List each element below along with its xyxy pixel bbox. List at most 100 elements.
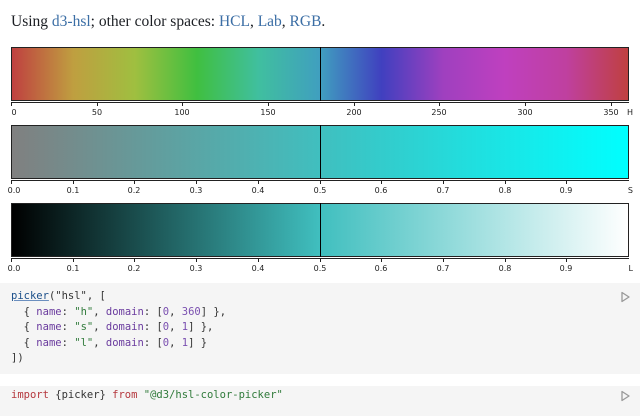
h-channel-label: H (626, 108, 633, 117)
s-axis-tick (381, 180, 382, 184)
code-token-k1: name (36, 321, 62, 333)
code-token-c4: , (169, 305, 182, 318)
s-tick-label: 0.2 (127, 186, 141, 195)
l-tick-label: 0.5 (313, 264, 327, 273)
h-axis-tick (354, 102, 355, 106)
l-tick-label: 0.3 (189, 264, 203, 273)
code-token-end: ] }, (200, 305, 227, 318)
code-line: { name: "h", domain: [0, 360] }, (11, 305, 640, 321)
code-token-c3: : [ (143, 305, 163, 318)
code-token-v1: "h" (74, 305, 94, 318)
code-cell-picker[interactable]: picker("hsl", [ { name: "h", domain: [0,… (0, 283, 640, 374)
s-tick-label: 0.8 (498, 186, 512, 195)
code-token-c3: : [ (143, 321, 163, 333)
l-tick-label: 0.4 (251, 264, 265, 273)
h-tick-label: 100 (174, 108, 190, 117)
l-axis-tick (196, 258, 197, 262)
h-tick-label: 0 (11, 108, 17, 117)
h-axis-tick (182, 102, 183, 106)
run-play-icon[interactable] (619, 390, 631, 402)
l-axis-tick (320, 258, 321, 262)
s-tick-label: 0.1 (66, 186, 80, 195)
s-axis-tick (11, 180, 12, 184)
intro-middle: ; other color spaces: (90, 13, 219, 30)
code-open: ("hsl", [ (48, 290, 106, 302)
s-axis-tick (566, 180, 567, 184)
code-token-v1: "l" (74, 336, 94, 349)
code-import-keyword: import (11, 389, 49, 401)
s-axis-tick (73, 180, 74, 184)
intro-sep: , (249, 13, 258, 30)
l-tick-label: 0.9 (559, 264, 573, 273)
l-tick-label: 0.7 (436, 264, 450, 273)
l-channel-label: L (628, 264, 633, 273)
s-axis-tick (258, 180, 259, 184)
l-tick-label: 0.1 (66, 264, 80, 273)
code-token-indent: { (11, 305, 37, 318)
code-line: import {picker} from "@d3/hsl-color-pick… (11, 388, 640, 404)
intro-prefix: Using (11, 13, 52, 30)
code-token-c1: : (61, 336, 75, 349)
code-token-k2: domain (105, 336, 144, 349)
l-axis-tick (134, 258, 135, 262)
h-tick-label: 300 (517, 108, 533, 117)
code-token-c4: , (169, 321, 182, 333)
saturation-picker[interactable]: 0.0 0.1 0.2 0.3 0.4 0.5 0.6 0.7 0.8 0.9 S (7, 125, 633, 199)
code-token-k1: name (36, 305, 62, 318)
l-axis-tick (258, 258, 259, 262)
s-value-marker[interactable] (320, 125, 321, 179)
code-cell-import[interactable]: import {picker} from "@d3/hsl-color-pick… (0, 386, 640, 416)
s-tick-label: 0.0 (7, 186, 21, 195)
code-fn-picker[interactable]: picker (11, 290, 49, 302)
code-line: { name: "s", domain: [0, 1] }, (11, 320, 640, 336)
s-tick-label: 0.9 (559, 186, 573, 195)
s-axis-tick (196, 180, 197, 184)
code-line: picker("hsl", [ (11, 289, 640, 305)
link-lab[interactable]: Lab (258, 13, 282, 30)
code-from-keyword: from (112, 389, 138, 401)
link-hcl[interactable]: HCL (219, 13, 250, 30)
l-axis-tick (381, 258, 382, 262)
h-axis-tick (525, 102, 526, 106)
code-token-c1: : (61, 321, 75, 333)
code-token-k2: domain (105, 321, 144, 333)
l-tick-label: 0.0 (7, 264, 21, 273)
l-tick-label: 0.6 (374, 264, 388, 273)
s-tick-label: 0.6 (374, 186, 388, 195)
h-tick-label: 250 (431, 108, 447, 117)
s-axis-tick (443, 180, 444, 184)
h-value-marker[interactable] (320, 47, 321, 101)
intro-sep: , (281, 13, 290, 30)
code-token-indent: { (11, 321, 37, 333)
code-close: ]) (11, 352, 24, 364)
s-axis-tick (320, 180, 321, 184)
code-token-k2: domain (105, 305, 144, 318)
code-import-body: {picker} (48, 389, 113, 401)
s-tick-label: 0.7 (436, 186, 450, 195)
l-axis-tick (566, 258, 567, 262)
code-import-module: "@d3/hsl-color-picker" (137, 389, 283, 401)
l-axis-tick (73, 258, 74, 262)
s-axis-tick (134, 180, 135, 184)
code-token-c1: : (61, 305, 75, 318)
code-token-c2: , (93, 321, 106, 333)
code-token-c2: , (93, 305, 106, 318)
code-token-c2: , (93, 336, 106, 349)
l-value-marker[interactable] (320, 203, 321, 257)
code-token-c3: : [ (143, 336, 163, 349)
l-axis-tick (505, 258, 506, 262)
code-token-c4: , (169, 336, 182, 349)
h-axis-line (11, 102, 629, 103)
h-axis-tick (439, 102, 440, 106)
link-d3-hsl[interactable]: d3-hsl (52, 13, 91, 30)
link-rgb[interactable]: RGB (290, 13, 322, 30)
run-play-icon[interactable] (619, 291, 631, 303)
hue-picker[interactable]: 0 50 100 150 200 250 300 350 H (11, 47, 633, 121)
s-tick-label: 0.3 (189, 186, 203, 195)
intro-text: Using d3-hsl; other color spaces: HCL, L… (11, 12, 325, 32)
s-axis-tick (505, 180, 506, 184)
lightness-picker[interactable]: 0.0 0.1 0.2 0.3 0.4 0.5 0.6 0.7 0.8 0.9 L (7, 203, 633, 277)
intro-suffix: . (321, 13, 326, 30)
h-axis-tick (97, 102, 98, 106)
code-token-end: ] } (188, 336, 208, 349)
